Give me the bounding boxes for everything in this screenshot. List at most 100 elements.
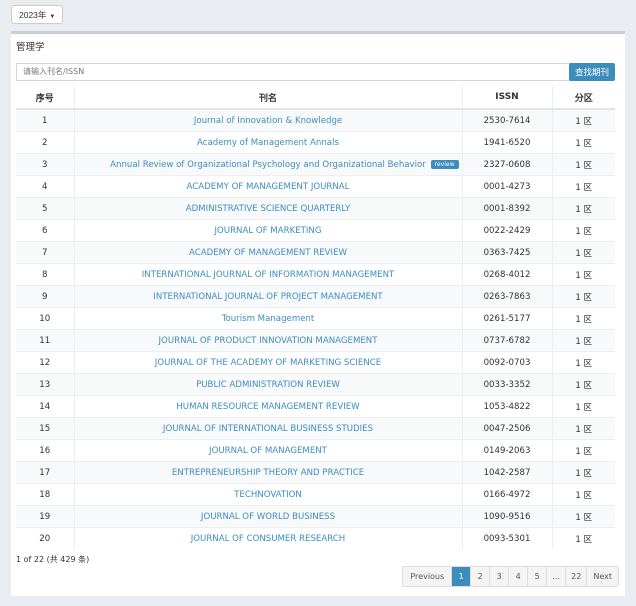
row-number: 19: [16, 505, 75, 528]
table-row: 1 Journal of Innovation & Knowledge 2530-7…: [16, 108, 615, 132]
header-number[interactable]: 序号: [16, 86, 75, 110]
pagination-page[interactable]: 3: [489, 567, 509, 586]
row-number: 4: [16, 175, 75, 198]
table-row: 9 INTERNATIONAL JOURNAL OF PROJECT MANAGE…: [16, 285, 615, 308]
table-row: 15 JOURNAL OF INTERNATIONAL BUSINESS STUD…: [16, 417, 615, 440]
row-number: 3: [16, 153, 75, 176]
header-title[interactable]: 刊名: [74, 86, 463, 110]
table-row: 2 Academy of Management Annals 1941-6520 1 …: [16, 131, 615, 154]
table-row: 14 HUMAN RESOURCE MANAGEMENT REVIEW 1053-4…: [16, 395, 615, 418]
journal-link[interactable]: TECHNOVATION: [234, 490, 302, 500]
journal-link[interactable]: JOURNAL OF MARKETING: [214, 226, 321, 236]
journal-title-cell: JOURNAL OF THE ACADEMY OF MARKETING SCIE…: [74, 351, 463, 374]
journal-link[interactable]: Academy of Management Annals: [197, 138, 339, 148]
journal-title-cell: JOURNAL OF MANAGEMENT: [74, 439, 463, 462]
row-number: 7: [16, 241, 75, 264]
row-number: 6: [16, 219, 75, 242]
zone-cell: 1 区: [552, 483, 615, 506]
pagination-page[interactable]: 5: [527, 567, 547, 586]
journal-link[interactable]: JOURNAL OF INTERNATIONAL BUSINESS STUDIE…: [163, 424, 373, 434]
journal-link[interactable]: ACADEMY OF MANAGEMENT REVIEW: [189, 248, 347, 258]
journal-table: 序号 刊名 ISSN 分区 1 Journal of Innovation & K…: [16, 86, 615, 549]
issn-cell: 0033-3352: [462, 373, 553, 396]
journal-link[interactable]: INTERNATIONAL JOURNAL OF PROJECT MANAGEM…: [153, 292, 382, 302]
row-number: 11: [16, 329, 75, 352]
pagination-page[interactable]: 4: [508, 567, 528, 586]
header-zone[interactable]: 分区: [552, 86, 615, 110]
pagination-page[interactable]: 1: [451, 567, 471, 586]
journal-title-cell: ENTREPRENEURSHIP THEORY AND PRACTICE: [74, 461, 463, 484]
pagination-next[interactable]: Next: [586, 567, 618, 586]
journal-link[interactable]: ADMINISTRATIVE SCIENCE QUARTERLY: [186, 204, 351, 214]
table-row: 5 ADMINISTRATIVE SCIENCE QUARTERLY 0001-83…: [16, 197, 615, 220]
row-number: 9: [16, 285, 75, 308]
row-number: 14: [16, 395, 75, 418]
row-number: 18: [16, 483, 75, 506]
table-row: 13 PUBLIC ADMINISTRATION REVIEW 0033-3352 1…: [16, 373, 615, 396]
search-input[interactable]: [16, 63, 579, 81]
journal-title-cell: JOURNAL OF PRODUCT INNOVATION MANAGEMENT: [74, 329, 463, 352]
issn-cell: 2327-0608: [462, 153, 553, 176]
search-bar: 查找期刊: [16, 63, 615, 81]
issn-cell: 0268-4012: [462, 263, 553, 286]
zone-cell: 1 区: [552, 153, 615, 176]
journal-title-cell: ADMINISTRATIVE SCIENCE QUARTERLY: [74, 197, 463, 220]
zone-cell: 1 区: [552, 307, 615, 330]
zone-cell: 1 区: [552, 219, 615, 242]
pagination-page[interactable]: 22: [565, 567, 587, 586]
journal-link[interactable]: ACADEMY OF MANAGEMENT JOURNAL: [187, 182, 350, 192]
journal-link[interactable]: INTERNATIONAL JOURNAL OF INFORMATION MAN…: [142, 270, 395, 280]
journal-title-cell: INTERNATIONAL JOURNAL OF PROJECT MANAGEM…: [74, 285, 463, 308]
journal-link[interactable]: Tourism Management: [222, 314, 315, 324]
issn-cell: 0261-5177: [462, 307, 553, 330]
table-row: 8 INTERNATIONAL JOURNAL OF INFORMATION MA…: [16, 263, 615, 286]
table-row: 3 Annual Review of Organizational Psychol…: [16, 153, 615, 176]
issn-cell: 1053-4822: [462, 395, 553, 418]
year-label: 2023年: [19, 10, 47, 20]
journal-link[interactable]: Journal of Innovation & Knowledge: [194, 116, 342, 126]
journal-title-cell: INTERNATIONAL JOURNAL OF INFORMATION MAN…: [74, 263, 463, 286]
journal-title-cell: JOURNAL OF WORLD BUSINESS: [74, 505, 463, 528]
subject-title: 管理学: [16, 42, 45, 53]
row-number: 20: [16, 527, 75, 549]
journal-link[interactable]: JOURNAL OF MANAGEMENT: [209, 446, 327, 456]
pagination-page[interactable]: 2: [470, 567, 490, 586]
search-button[interactable]: 查找期刊: [569, 63, 615, 81]
zone-cell: 1 区: [552, 197, 615, 220]
row-number: 8: [16, 263, 75, 286]
result-count: 1 of 22 (共 429 条): [16, 555, 90, 564]
row-number: 16: [16, 439, 75, 462]
journal-link[interactable]: Annual Review of Organizational Psycholo…: [110, 160, 426, 170]
zone-cell: 1 区: [552, 439, 615, 462]
table-row: 17 ENTREPRENEURSHIP THEORY AND PRACTICE 10…: [16, 461, 615, 484]
review-badge: review: [430, 160, 459, 169]
row-number: 2: [16, 131, 75, 154]
journal-link[interactable]: JOURNAL OF PRODUCT INNOVATION MANAGEMENT: [159, 336, 378, 346]
journal-title-cell: JOURNAL OF INTERNATIONAL BUSINESS STUDIE…: [74, 417, 463, 440]
journal-title-cell: Academy of Management Annals: [74, 131, 463, 154]
journal-title-cell: JOURNAL OF CONSUMER RESEARCH: [74, 527, 463, 549]
table-row: 4 ACADEMY OF MANAGEMENT JOURNAL 0001-4273 1…: [16, 175, 615, 198]
journal-link[interactable]: PUBLIC ADMINISTRATION REVIEW: [196, 380, 340, 390]
zone-cell: 1 区: [552, 461, 615, 484]
table-row: 11 JOURNAL OF PRODUCT INNOVATION MANAGEME…: [16, 329, 615, 352]
zone-cell: 1 区: [552, 241, 615, 264]
journal-link[interactable]: ENTREPRENEURSHIP THEORY AND PRACTICE: [172, 468, 364, 478]
issn-cell: 1941-6520: [462, 131, 553, 154]
table-row: 16 JOURNAL OF MANAGEMENT 0149-2063 1 区: [16, 439, 615, 462]
issn-cell: 0737-6782: [462, 329, 553, 352]
journal-link[interactable]: HUMAN RESOURCE MANAGEMENT REVIEW: [176, 402, 359, 412]
header-issn[interactable]: ISSN: [462, 86, 553, 110]
zone-cell: 1 区: [552, 505, 615, 528]
issn-cell: 2530-7614: [462, 108, 553, 132]
year-dropdown[interactable]: 2023年 ▼: [11, 5, 64, 24]
pagination-previous[interactable]: Previous: [403, 567, 452, 586]
row-number: 1: [16, 108, 75, 132]
table-row: 12 JOURNAL OF THE ACADEMY OF MARKETING SC…: [16, 351, 615, 374]
table-row: 19 JOURNAL OF WORLD BUSINESS 1090-9516 1 区: [16, 505, 615, 528]
journal-link[interactable]: JOURNAL OF CONSUMER RESEARCH: [191, 534, 345, 544]
zone-cell: 1 区: [552, 373, 615, 396]
journal-link[interactable]: JOURNAL OF WORLD BUSINESS: [201, 512, 335, 522]
journal-link[interactable]: JOURNAL OF THE ACADEMY OF MARKETING SCIE…: [155, 358, 381, 368]
caret-down-icon: ▼: [49, 14, 56, 20]
